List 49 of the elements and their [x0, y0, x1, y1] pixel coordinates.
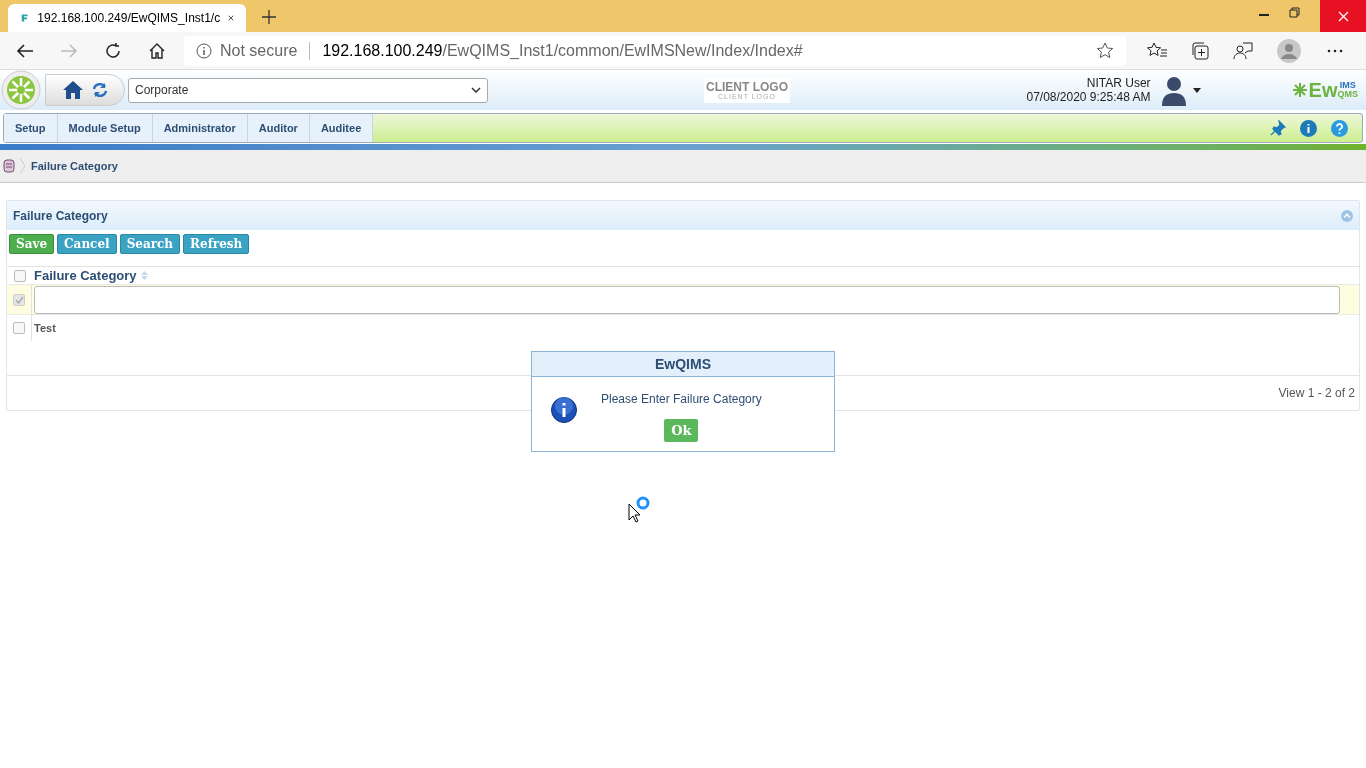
profile-icon[interactable]	[1277, 38, 1301, 63]
busy-cursor-icon	[628, 495, 652, 523]
info-icon	[196, 42, 212, 59]
input-field[interactable]	[34, 285, 1340, 314]
security-label: Not secure	[220, 40, 298, 61]
scroll-icon	[2, 159, 16, 173]
dialog-message: Please Enter Failure Category	[601, 391, 762, 408]
browser-tab[interactable]: 192.168.100.249/EwQIMS_Inst1/c	[8, 4, 246, 32]
date-time: 07/08/2020 9:25:48 AM	[1026, 90, 1151, 104]
home-icon[interactable]	[62, 80, 84, 100]
tab-title: 192.168.100.249/EwQIMS_Inst1/c	[37, 10, 221, 27]
restore-icon[interactable]	[1289, 7, 1300, 18]
new-tab-icon[interactable]	[262, 10, 276, 24]
pager-text: View 1 - 2 of 2	[1278, 384, 1355, 402]
close-icon[interactable]	[228, 13, 234, 23]
site-dropdown[interactable]: Corporate	[128, 77, 488, 103]
select-all-checkbox[interactable]	[13, 269, 26, 282]
menu-item[interactable]: Administrator	[152, 114, 248, 142]
feedback-icon[interactable]	[1233, 41, 1253, 60]
pin-icon[interactable]	[1270, 120, 1286, 136]
sparkle-icon	[1292, 83, 1307, 97]
url-text: 192.168.100.249/EwQIMS_Inst1/common/EwIMSNew/Index/Index#	[322, 40, 803, 61]
collections-icon[interactable]	[1191, 41, 1209, 60]
menu-item[interactable]: Auditor	[247, 114, 310, 142]
panel-title: Failure Category	[13, 207, 109, 225]
address-bar[interactable]: Not secure 192.168.100.249/EwQIMS_Inst1/common/EwIMSNew/Index/Index#	[184, 35, 1126, 66]
more-icon[interactable]	[1327, 48, 1343, 53]
help-icon[interactable]	[1331, 119, 1348, 137]
reload-icon[interactable]	[104, 41, 122, 60]
dialog-title: EwQIMS	[655, 354, 711, 374]
caret-icon	[1192, 87, 1201, 93]
favorites-icon[interactable]	[1147, 41, 1167, 60]
table-cell-text: Test	[34, 320, 56, 336]
info-icon	[551, 397, 577, 423]
home-icon[interactable]	[148, 41, 166, 60]
menu-item[interactable]: Module Setup	[57, 114, 153, 142]
chevron-right-icon	[20, 158, 25, 174]
star-icon[interactable]	[1096, 41, 1114, 60]
menu-item[interactable]: Auditee	[309, 114, 374, 142]
row-checkbox[interactable]	[13, 322, 25, 334]
refresh-icon[interactable]	[92, 82, 108, 98]
info-icon[interactable]	[1300, 119, 1317, 137]
close-icon	[1337, 10, 1349, 22]
column-header[interactable]: Failure Category	[34, 265, 137, 286]
chevron-down-icon	[471, 87, 481, 93]
menu-item[interactable]: Setup	[4, 114, 58, 142]
breadcrumb-item[interactable]: Failure Category	[31, 157, 118, 175]
back-icon[interactable]	[16, 42, 34, 59]
user-name: NITAR User	[1086, 76, 1151, 90]
